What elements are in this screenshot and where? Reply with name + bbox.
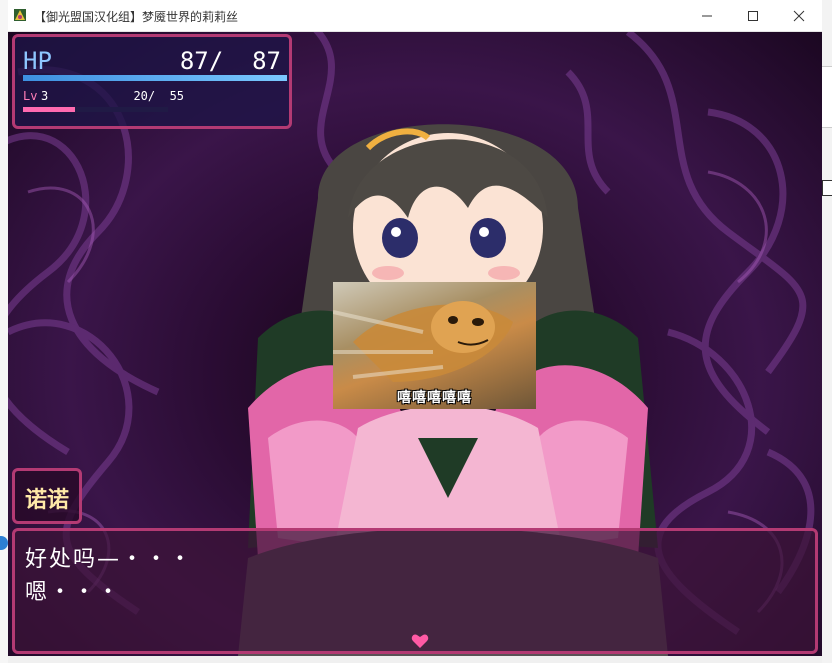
minimize-button[interactable] (684, 0, 730, 31)
desktop-panel-fragment (822, 66, 832, 128)
hp-value: 87/ 87 (165, 47, 281, 75)
maximize-button[interactable] (730, 0, 776, 31)
hp-gauge (23, 75, 287, 81)
speaker-name-box: 诺诺 (12, 468, 82, 524)
hp-gauge-fill (23, 75, 287, 81)
heart-icon (411, 634, 429, 648)
minimize-icon (702, 15, 712, 16)
game-canvas[interactable]: 嘻嘻嘻嘻嘻 HP 87/ 87 Lv 3 20/ 55 诺诺 好处吗—・・・ 嗯… (8, 32, 822, 656)
game-icon (14, 9, 26, 21)
speaker-name: 诺诺 (24, 488, 69, 513)
meme-image: 嘻嘻嘻嘻嘻 (333, 282, 536, 409)
game-window: 【御光盟国汉化组】梦魇世界的莉莉丝 嘻嘻嘻嘻嘻 HP 87/ 87 Lv 3 2… (8, 0, 822, 663)
maximize-icon (748, 10, 758, 21)
taskbar-fragment (8, 656, 822, 663)
exp-value: 20/ 55 (119, 89, 185, 103)
level-value: 3 (41, 89, 49, 103)
dialogue-line-2: 嗯・・・ (25, 580, 122, 605)
desktop-checkbox-fragment (822, 180, 832, 196)
status-panel: HP 87/ 87 Lv 3 20/ 55 (12, 34, 292, 129)
close-icon (793, 10, 805, 21)
title-bar[interactable]: 【御光盟国汉化组】梦魇世界的莉莉丝 (8, 0, 822, 32)
window-title: 【御光盟国汉化组】梦魇世界的莉莉丝 (34, 10, 239, 24)
message-window[interactable]: 好处吗—・・・ 嗯・・・ (12, 528, 818, 654)
desktop-left-edge (0, 0, 8, 663)
level-label: Lv (23, 89, 38, 103)
desktop-badge (0, 536, 8, 550)
exp-gauge-fill (23, 107, 76, 112)
close-button[interactable] (776, 0, 822, 31)
dialogue-line-1: 好处吗—・・・ (25, 547, 194, 572)
meme-caption: 嘻嘻嘻嘻嘻 (397, 390, 472, 406)
desktop-right-edge (822, 0, 832, 663)
exp-gauge (23, 107, 168, 112)
hp-label: HP (23, 47, 52, 75)
